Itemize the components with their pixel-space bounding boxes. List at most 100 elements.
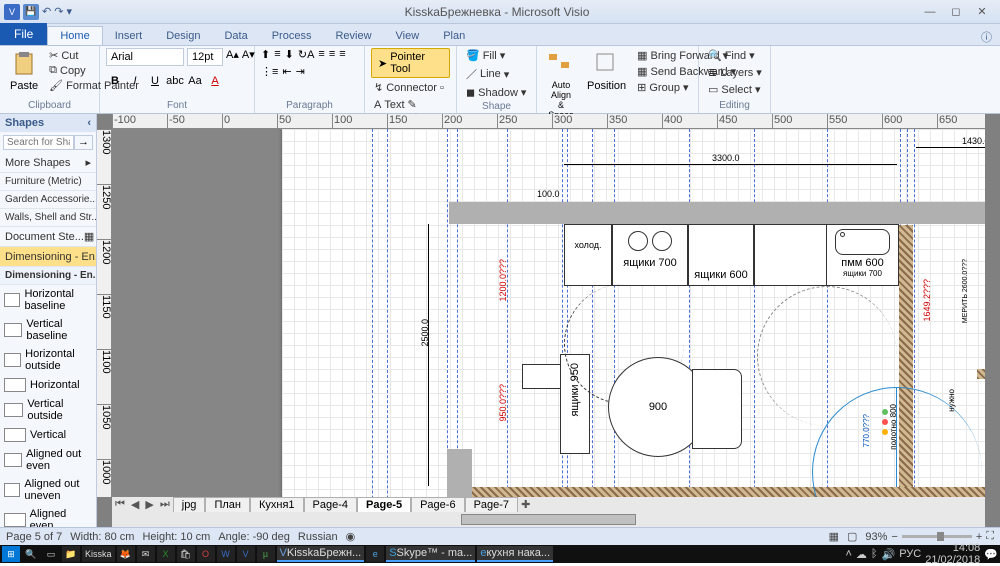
redo-icon[interactable]: ↷ bbox=[54, 5, 63, 18]
status-lang[interactable]: Russian bbox=[298, 531, 338, 543]
position-button[interactable]: Position bbox=[583, 48, 630, 94]
chair[interactable] bbox=[692, 369, 742, 449]
ruler-horizontal[interactable]: -100-50050100150200250300350400450500550… bbox=[112, 114, 985, 129]
page-tab-6[interactable]: Page-6 bbox=[411, 497, 464, 513]
notif-icon[interactable]: 💬 bbox=[984, 548, 998, 561]
drawing-page[interactable]: холод. ящики 700 ящики 600 пмм 600 ящики… bbox=[282, 129, 985, 497]
stencil-v-baseline[interactable]: Vertical baseline bbox=[0, 315, 96, 345]
connector-button[interactable]: ↯Connector▫ bbox=[371, 80, 447, 95]
cat-dimensioning[interactable]: Dimensioning - En...▾ bbox=[0, 247, 96, 267]
tab-plan[interactable]: Plan bbox=[431, 27, 477, 45]
tab-home[interactable]: Home bbox=[47, 26, 102, 45]
undo-icon[interactable]: ↶ bbox=[42, 5, 51, 18]
tab-process[interactable]: Process bbox=[260, 27, 324, 45]
tab-view[interactable]: View bbox=[384, 27, 432, 45]
view-mode-icon[interactable]: ▦ bbox=[829, 530, 839, 543]
torrent-icon[interactable]: µ bbox=[257, 546, 275, 562]
nav-prev-icon[interactable]: ◀ bbox=[128, 498, 142, 511]
stencil-vertical[interactable]: Vertical bbox=[0, 425, 96, 445]
tray-date[interactable]: 21/02/2018 bbox=[925, 554, 980, 566]
page-tab-plan[interactable]: План bbox=[205, 497, 250, 513]
align-top-icon[interactable]: ⬆ bbox=[261, 48, 270, 61]
box-drawers600[interactable]: ящики 600 bbox=[688, 224, 754, 286]
nav-next-icon[interactable]: ▶ bbox=[142, 498, 156, 511]
app-kisska[interactable]: Kisska bbox=[82, 546, 115, 562]
stencil-aligned-even[interactable]: Aligned out even bbox=[0, 445, 96, 475]
store-icon[interactable]: 🛍 bbox=[177, 546, 195, 562]
italic-button[interactable]: I bbox=[126, 72, 144, 90]
search-go-icon[interactable]: → bbox=[74, 135, 93, 150]
start-button[interactable]: ⊞ bbox=[2, 546, 20, 562]
more-shapes-row[interactable]: More Shapes▸ bbox=[0, 153, 96, 173]
excel-icon[interactable]: X bbox=[157, 546, 175, 562]
stencil-v-outside[interactable]: Vertical outside bbox=[0, 395, 96, 425]
help-icon[interactable]: ⓘ bbox=[981, 29, 1000, 45]
stencil-h-outside[interactable]: Horizontal outside bbox=[0, 345, 96, 375]
box-small[interactable] bbox=[522, 364, 562, 389]
tab-design[interactable]: Design bbox=[154, 27, 212, 45]
app-gimp-icon[interactable]: 🦊 bbox=[117, 546, 135, 562]
page-tab-jpg[interactable]: jpg bbox=[173, 497, 206, 513]
tray-vol-icon[interactable]: 🔊 bbox=[882, 548, 896, 561]
zoom-in-icon[interactable]: + bbox=[976, 531, 982, 543]
orientation-icon[interactable]: ↻A bbox=[298, 48, 315, 61]
square-icon[interactable]: ▫ bbox=[440, 82, 444, 94]
tab-review[interactable]: Review bbox=[323, 27, 383, 45]
paste-button[interactable]: Paste bbox=[6, 48, 42, 94]
align-right-icon[interactable]: ≡ bbox=[339, 48, 345, 60]
fill-button[interactable]: 🪣Fill ▾ bbox=[463, 48, 508, 63]
save-icon[interactable]: 💾 bbox=[23, 4, 39, 20]
font-size-select[interactable]: 12pt bbox=[187, 48, 223, 66]
opera-icon[interactable]: O bbox=[197, 546, 215, 562]
align-bottom-icon[interactable]: ⬇ bbox=[285, 48, 294, 61]
underline-button[interactable]: U bbox=[146, 72, 164, 90]
nav-first-icon[interactable]: ⏮ bbox=[112, 498, 128, 511]
minimize-button[interactable]: — bbox=[918, 3, 942, 21]
pencil-icon[interactable]: ✎ bbox=[408, 98, 417, 111]
zoom-value[interactable]: 93% bbox=[865, 531, 887, 543]
visio-icon[interactable]: V bbox=[237, 546, 255, 562]
shrink-font-icon[interactable]: A▾ bbox=[242, 48, 255, 66]
font-name-select[interactable]: Arial bbox=[106, 48, 184, 66]
horizontal-scrollbar[interactable] bbox=[112, 512, 985, 527]
drawing-canvas[interactable]: холод. ящики 700 ящики 600 пмм 600 ящики… bbox=[112, 129, 985, 497]
page-tab-4[interactable]: Page-4 bbox=[304, 497, 357, 513]
box-spacer[interactable] bbox=[754, 224, 826, 286]
strike-button[interactable]: abc bbox=[166, 72, 184, 90]
stencil-aligned-even2[interactable]: Aligned even bbox=[0, 505, 96, 527]
pointer-tool-button[interactable]: ➤Pointer Tool bbox=[371, 48, 450, 78]
grow-font-icon[interactable]: A▴ bbox=[226, 48, 239, 66]
task-ie[interactable]: e кухня нака... bbox=[477, 546, 553, 562]
align-center-icon[interactable]: ≡ bbox=[329, 48, 335, 60]
cat-document[interactable]: Document Ste...▦ bbox=[0, 227, 96, 247]
box-fridge[interactable]: холод. bbox=[564, 224, 612, 286]
collapse-icon[interactable]: ‹ bbox=[87, 117, 91, 129]
shapes-search[interactable]: → bbox=[3, 135, 93, 150]
box-pmm[interactable]: пмм 600 ящики 700 bbox=[826, 224, 899, 286]
font-color-button[interactable]: A bbox=[206, 72, 224, 90]
cat-garden[interactable]: Garden Accessorie... bbox=[0, 191, 96, 209]
tray-cloud-icon[interactable]: ☁ bbox=[856, 548, 867, 561]
tray-bt-icon[interactable]: ᛒ bbox=[871, 548, 878, 560]
zoom-out-icon[interactable]: − bbox=[891, 531, 897, 543]
cat-furniture[interactable]: Furniture (Metric) bbox=[0, 173, 96, 191]
file-tab[interactable]: File bbox=[0, 23, 47, 45]
search-taskbar-icon[interactable]: 🔍 bbox=[22, 546, 40, 562]
line-button[interactable]: ／Line ▾ bbox=[463, 65, 512, 83]
mail-icon[interactable]: ✉ bbox=[137, 546, 155, 562]
bullets-icon[interactable]: ⋮≡ bbox=[261, 65, 278, 78]
zoom-slider[interactable] bbox=[902, 535, 972, 538]
tab-data[interactable]: Data bbox=[212, 27, 259, 45]
tray-time[interactable]: 14:08 bbox=[953, 542, 981, 554]
layers-button[interactable]: ≣Layers ▾ bbox=[705, 65, 765, 80]
search-input[interactable] bbox=[3, 135, 74, 150]
select-button[interactable]: ▭Select ▾ bbox=[705, 82, 764, 97]
tab-insert[interactable]: Insert bbox=[103, 27, 155, 45]
add-page-icon[interactable]: ✚ bbox=[518, 498, 533, 511]
maximize-button[interactable]: ◻ bbox=[944, 3, 968, 21]
taskview-icon[interactable]: ▭ bbox=[42, 546, 60, 562]
close-button[interactable]: ✕ bbox=[970, 3, 994, 21]
indent-inc-icon[interactable]: ⇥ bbox=[296, 65, 305, 78]
stencil-horizontal[interactable]: Horizontal bbox=[0, 375, 96, 395]
nav-last-icon[interactable]: ⏭ bbox=[157, 498, 173, 511]
